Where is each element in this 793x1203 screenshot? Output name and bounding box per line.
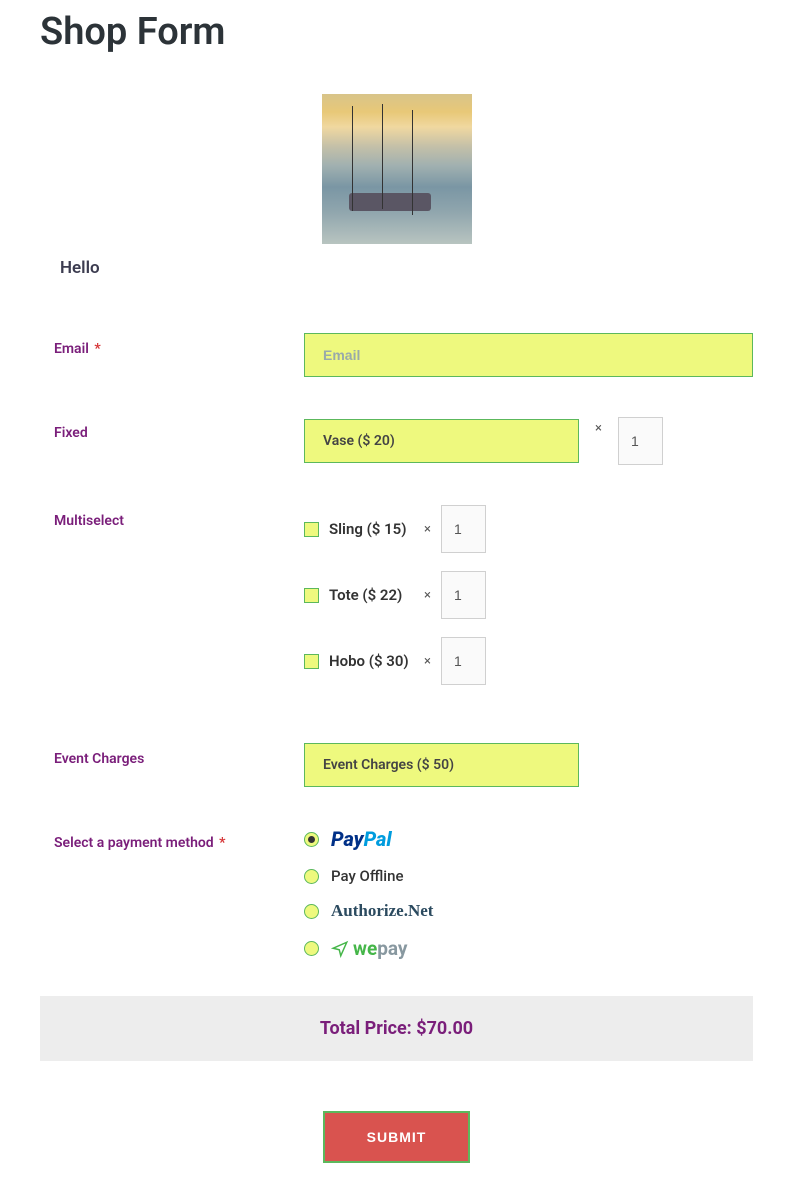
checkbox-hobo[interactable] <box>304 654 319 669</box>
hello-text: Hello <box>40 254 753 288</box>
total-price-bar: Total Price: $70.00 <box>40 996 753 1061</box>
radio-paypal[interactable] <box>304 832 319 847</box>
radio-pay-offline[interactable] <box>304 869 319 884</box>
checkbox-sling[interactable] <box>304 522 319 537</box>
email-label: Email * <box>54 333 304 357</box>
fixed-product-box[interactable]: Vase ($ 20) <box>304 419 579 463</box>
event-charges-box[interactable]: Event Charges ($ 50) <box>304 743 579 787</box>
hero-image <box>322 94 472 244</box>
multiply-icon: × <box>424 654 431 669</box>
radio-wepay[interactable] <box>304 941 319 956</box>
submit-button[interactable]: SUBMIT <box>323 1111 471 1163</box>
email-input[interactable] <box>304 333 753 377</box>
option-tote-label: Tote ($ 22) <box>329 586 414 604</box>
authorizenet-logo: Authorize.Net <box>331 901 433 921</box>
qty-hobo-input[interactable] <box>441 637 486 685</box>
radio-authorizenet[interactable] <box>304 904 319 919</box>
page-title: Shop Form <box>40 10 753 54</box>
paypal-logo: PayPal <box>331 827 392 851</box>
required-mark: * <box>94 341 100 357</box>
payment-method-label: Select a payment method * <box>54 827 304 851</box>
fixed-label: Fixed <box>54 417 304 441</box>
qty-sling-input[interactable] <box>441 505 486 553</box>
multiselect-label: Multiselect <box>54 505 304 529</box>
total-price-label: Total Price: <box>320 1018 412 1039</box>
fixed-qty-input[interactable] <box>618 417 663 465</box>
multiply-icon: × <box>424 588 431 603</box>
qty-tote-input[interactable] <box>441 571 486 619</box>
required-mark: * <box>219 835 225 851</box>
multiply-icon: × <box>595 417 602 436</box>
option-hobo-label: Hobo ($ 30) <box>329 652 414 670</box>
event-charges-label: Event Charges <box>54 743 304 767</box>
wepay-icon <box>331 940 349 958</box>
multiply-icon: × <box>424 522 431 537</box>
total-price-amount: $70.00 <box>416 1018 473 1039</box>
checkbox-tote[interactable] <box>304 588 319 603</box>
wepay-logo: wepay <box>331 937 408 960</box>
email-label-text: Email <box>54 341 89 357</box>
payment-method-label-text: Select a payment method <box>54 835 214 851</box>
pay-offline-label: Pay Offline <box>331 867 404 885</box>
option-sling-label: Sling ($ 15) <box>329 520 414 538</box>
